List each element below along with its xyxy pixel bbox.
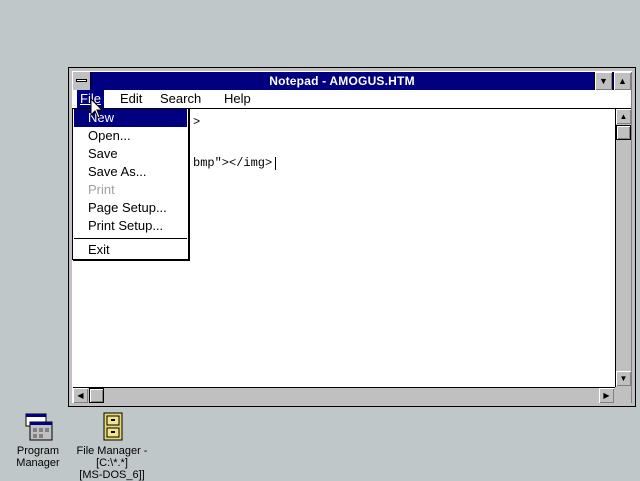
menu-bar: File Edit Search Help <box>73 90 631 109</box>
scroll-up-icon: ▲ <box>619 112 628 121</box>
menu-item-page-setup-label: Page Setup... <box>88 200 167 215</box>
scroll-right-icon: ▶ <box>603 391 610 400</box>
menu-search[interactable]: Search <box>157 90 204 108</box>
file-manager-icon[interactable]: File Manager - [C:\*.*] [MS-DOS_6]] <box>74 410 150 481</box>
menu-item-exit-label: Exit <box>88 242 110 257</box>
menu-help[interactable]: Help <box>221 90 254 108</box>
system-menu-icon <box>76 79 87 82</box>
scroll-right-button[interactable]: ▶ <box>599 388 614 403</box>
scroll-up-button[interactable]: ▲ <box>616 109 631 124</box>
minimize-button[interactable]: ▼ <box>594 72 612 90</box>
maximize-icon: ▲ <box>618 76 627 86</box>
scroll-down-icon: ▼ <box>619 374 628 383</box>
minimize-icon: ▼ <box>599 76 608 86</box>
maximize-button[interactable]: ▲ <box>613 72 631 90</box>
scrollbar-corner <box>615 387 631 403</box>
menu-item-page-setup[interactable]: Page Setup... <box>74 199 187 217</box>
system-menu-button[interactable] <box>73 72 91 90</box>
menu-edit[interactable]: Edit <box>117 90 145 108</box>
editor-line-2: bmp"></img> <box>193 156 273 170</box>
title-bar[interactable]: Notepad - AMOGUS.HTM ▼ ▲ <box>73 72 631 90</box>
window-title: Notepad - AMOGUS.HTM <box>269 74 415 88</box>
menu-item-save-as[interactable]: Save As... <box>74 163 187 181</box>
horizontal-scrollbar[interactable]: ◀ ▶ <box>73 387 615 403</box>
text-caret <box>275 157 276 170</box>
file-manager-label-3: [MS-DOS_6]] <box>79 469 145 481</box>
menu-search-label: Search <box>160 91 202 106</box>
vertical-scrollbar[interactable]: ▲ ▼ <box>615 109 631 387</box>
menu-item-save[interactable]: Save <box>74 145 187 163</box>
menu-separator <box>74 238 187 239</box>
menu-item-print: Print <box>74 181 187 199</box>
scroll-left-icon: ◀ <box>77 391 84 400</box>
program-manager-icon[interactable]: Program Manager <box>8 410 68 469</box>
file-cabinet-icon <box>103 412 123 441</box>
menu-item-save-label: Save <box>88 146 118 161</box>
file-menu-dropdown: New Open... Save Save As... Print Page S… <box>72 108 189 260</box>
menu-item-save-as-label: Save As... <box>88 164 147 179</box>
mouse-pointer-icon <box>90 98 104 119</box>
menu-item-print-setup[interactable]: Print Setup... <box>74 217 187 235</box>
program-manager-glyph-icon <box>25 413 53 441</box>
vertical-scroll-thumb[interactable] <box>616 125 631 140</box>
scroll-left-button[interactable]: ◀ <box>73 388 88 403</box>
menu-item-open[interactable]: Open... <box>74 127 187 145</box>
file-manager-label-2: [C:\*.*] <box>96 457 128 469</box>
file-manager-label-1: File Manager - <box>76 445 148 457</box>
menu-item-print-setup-label: Print Setup... <box>88 218 164 233</box>
menu-item-open-label: Open... <box>88 128 131 143</box>
menu-help-label: Help <box>224 91 251 106</box>
menu-item-print-label: Print <box>88 182 115 197</box>
horizontal-scroll-thumb[interactable] <box>89 388 104 403</box>
scroll-down-button[interactable]: ▼ <box>616 371 631 386</box>
program-manager-label: Program Manager <box>16 445 60 469</box>
menu-edit-label: Edit <box>120 91 143 106</box>
menu-item-exit[interactable]: Exit <box>74 241 187 259</box>
editor-line-1: > <box>193 115 201 129</box>
